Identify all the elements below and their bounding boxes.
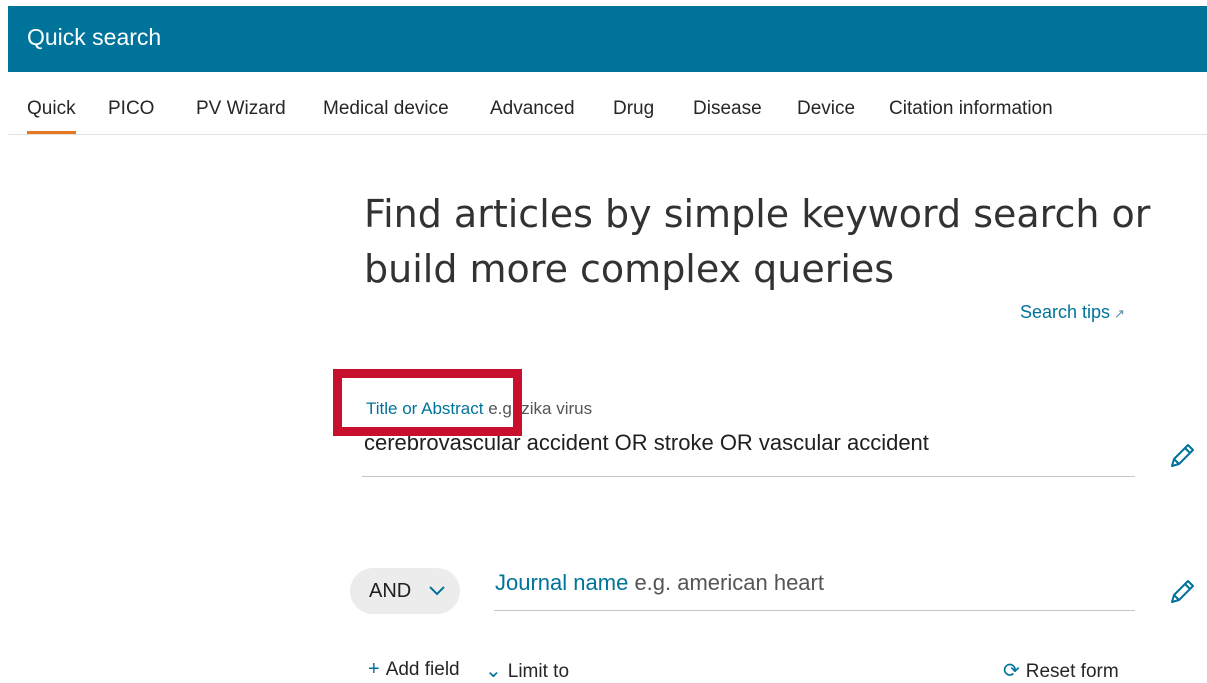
- add-field-label: Add field: [385, 659, 460, 680]
- chevron-down-icon: [428, 584, 446, 602]
- field1-underline: [362, 476, 1135, 477]
- tab-quick[interactable]: Quick: [27, 98, 76, 134]
- tab-medical-device[interactable]: Medical device: [323, 98, 449, 120]
- reset-icon: ⟳: [1003, 660, 1020, 682]
- header-bar: Quick search: [8, 6, 1207, 72]
- journal-name-field[interactable]: Journal name e.g. american heart: [495, 570, 824, 596]
- boolean-operator-dropdown[interactable]: AND: [350, 568, 460, 614]
- pencil-icon[interactable]: [1168, 440, 1198, 470]
- tab-advanced[interactable]: Advanced: [490, 98, 575, 120]
- pencil-icon[interactable]: [1168, 576, 1198, 606]
- reset-form-button[interactable]: ⟳ Reset form: [1003, 658, 1119, 683]
- search-tips-link[interactable]: Search tips ↗: [1020, 302, 1125, 323]
- tab-citation-information[interactable]: Citation information: [889, 98, 1053, 120]
- tab-pico[interactable]: PICO: [108, 98, 154, 120]
- tab-disease[interactable]: Disease: [693, 98, 762, 120]
- tab-pv-wizard[interactable]: PV Wizard: [196, 98, 286, 120]
- field2-placeholder: e.g. american heart: [634, 570, 824, 595]
- field2-underline: [494, 610, 1135, 611]
- field1-label: Title or Abstract: [366, 399, 484, 418]
- headline-line-1: Find articles by simple keyword search o…: [364, 192, 1151, 236]
- external-arrow-icon: ↗: [1114, 306, 1125, 321]
- tab-drug[interactable]: Drug: [613, 98, 654, 120]
- plus-icon: +: [368, 658, 380, 680]
- search-tips-label: Search tips: [1020, 302, 1111, 322]
- field2-label: Journal name: [495, 570, 629, 595]
- tab-device[interactable]: Device: [797, 98, 855, 120]
- reset-form-label: Reset form: [1025, 661, 1119, 682]
- headline-line-2: build more complex queries: [364, 247, 895, 291]
- limit-to-label: Limit to: [507, 661, 570, 682]
- limit-to-button[interactable]: ⌄ Limit to: [485, 658, 569, 683]
- page-headline: Find articles by simple keyword search o…: [364, 187, 1164, 297]
- page-title: Quick search: [27, 24, 162, 50]
- operator-label: AND: [369, 580, 412, 602]
- chevron-down-icon: ⌄: [485, 660, 502, 682]
- title-abstract-input[interactable]: cerebrovascular accident OR stroke OR va…: [364, 430, 929, 456]
- search-tabs: Quick PICO PV Wizard Medical device Adva…: [8, 72, 1207, 135]
- title-abstract-field-label: Title or Abstract e.g. zika virus: [366, 399, 592, 419]
- field1-hint: e.g. zika virus: [488, 399, 593, 418]
- add-field-button[interactable]: + Add field: [368, 658, 460, 681]
